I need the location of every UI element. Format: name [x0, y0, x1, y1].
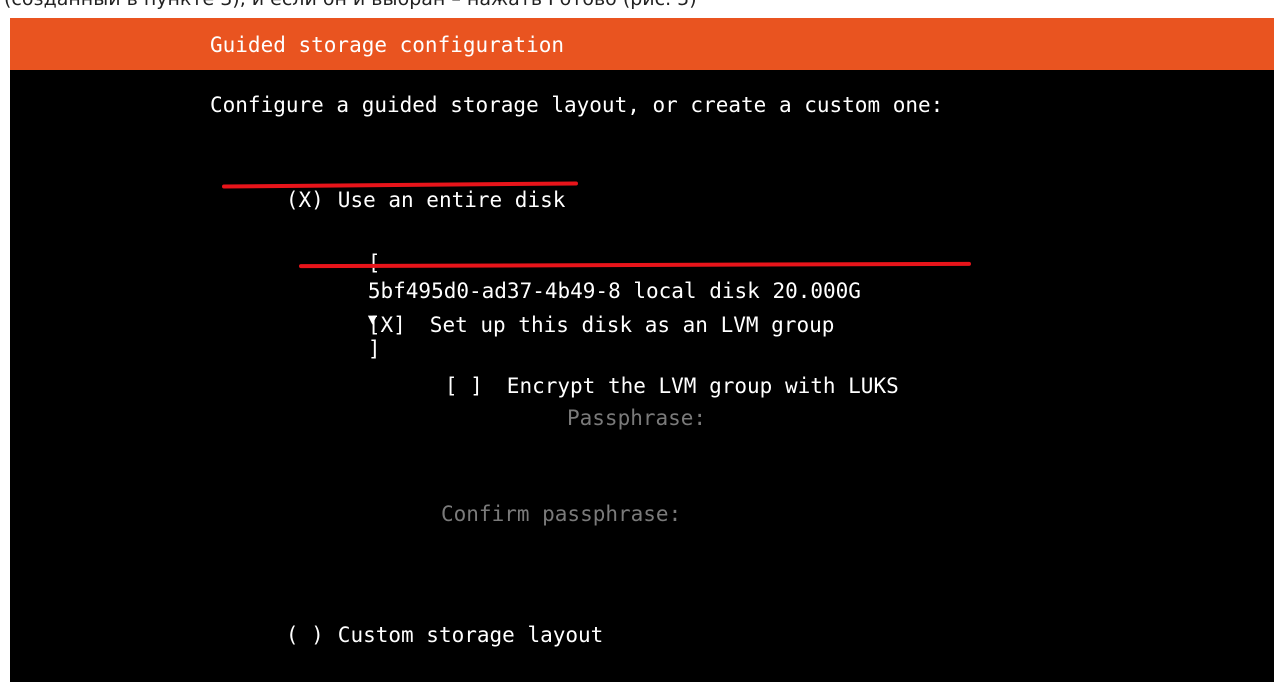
confirm-passphrase-label: Confirm passphrase: [441, 502, 682, 526]
lvm-group-checkbox[interactable]: [X] Set up this disk as an LVM group [292, 283, 835, 337]
description-text: Configure a guided storage layout, or cr… [210, 93, 944, 117]
use-entire-disk-label: Use an entire disk [337, 188, 566, 212]
checkbox-checked-marker: [X] [367, 313, 406, 337]
custom-storage-layout-label: Custom storage layout [337, 623, 604, 647]
radio-unselected-marker: ( ) [285, 623, 324, 647]
luks-encrypt-checkbox[interactable]: [ ] Encrypt the LVM group with LUKS [369, 344, 899, 398]
checkbox-unchecked-marker: [ ] [444, 374, 483, 398]
disk-select-dropdown[interactable]: [ 5bf495d0-ad37-4b49-8 local disk 20.000… [292, 221, 861, 361]
document-caption: (созданный в пункте 3), и если он и выбр… [4, 0, 1274, 11]
custom-storage-layout-option[interactable]: ( ) Custom storage layout [210, 593, 603, 647]
installer-screen: Guided storage configuration Configure a… [10, 18, 1274, 682]
annotation-underline-disk-select [298, 261, 972, 269]
page-title: Guided storage configuration [210, 33, 565, 57]
title-bar [10, 18, 1274, 70]
luks-encrypt-label: Encrypt the LVM group with LUKS [506, 374, 899, 398]
radio-selected-marker: (X) [285, 188, 324, 212]
lvm-group-label: Set up this disk as an LVM group [429, 313, 835, 337]
screenshot: (созданный в пункте 3), и если он и выбр… [0, 0, 1274, 682]
passphrase-label: Passphrase: [567, 406, 707, 430]
